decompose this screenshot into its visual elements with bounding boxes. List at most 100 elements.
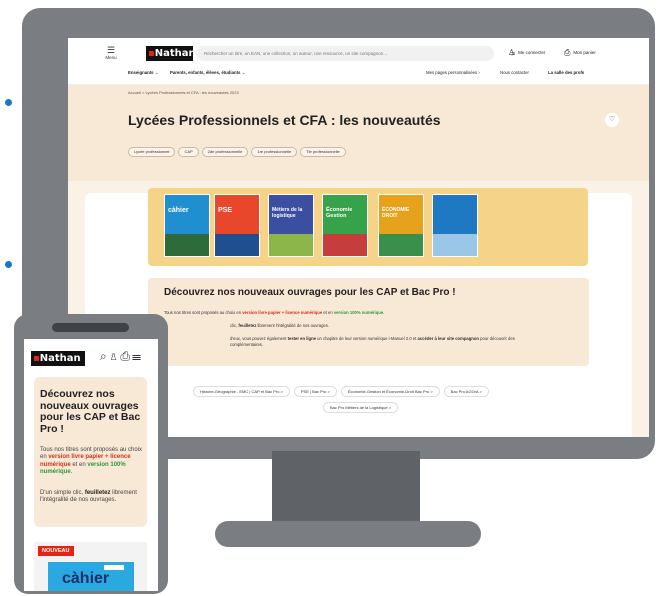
text: complémentaires. xyxy=(230,342,264,347)
logo-text: Nathan xyxy=(39,353,81,364)
monitor-stand xyxy=(215,521,481,547)
text: . xyxy=(70,468,73,475)
mobile-promo-card: Découvrez nos nouveaux ouvrages pour les… xyxy=(34,377,147,527)
phone-speaker xyxy=(52,323,129,332)
cover-art xyxy=(433,234,477,256)
promo-line: Tous nos titres sont proposés au choix e… xyxy=(164,310,384,316)
text-green: version 100% numérique xyxy=(333,310,384,315)
text: et en xyxy=(70,461,88,468)
promo-title: Découvrez nos nouveaux ouvrages pour les… xyxy=(164,287,456,298)
mobile-promo-title: Découvrez nos nouveaux ouvrages pour les… xyxy=(40,388,141,435)
book-cover: càhier xyxy=(48,562,134,591)
book-cover[interactable]: Métiers de la logistique xyxy=(268,194,314,257)
book-title: Métiers de la logistique xyxy=(272,207,303,219)
chip[interactable]: 2de professionnelle xyxy=(201,147,249,157)
monitor-neck xyxy=(272,451,420,521)
book-cover[interactable]: PSE xyxy=(214,194,260,257)
chip[interactable]: CAP xyxy=(178,147,199,157)
cover-art xyxy=(215,234,259,256)
chevron-right-icon: › xyxy=(478,70,480,75)
text: D'un simple clic, xyxy=(40,490,85,496)
hamburger-icon: ☰ xyxy=(106,45,116,55)
text: un chapitre de leur version numérique i-… xyxy=(316,336,418,341)
login-label: Me connecter xyxy=(518,50,546,56)
cover-art xyxy=(269,234,313,256)
cart-icon[interactable]: ⎙ xyxy=(120,349,132,363)
hero-banner: Accueil > Lycées Professionnels et CFA :… xyxy=(68,85,649,181)
site-header: ☰ Menu ▪Nathan Rechercher un titre, un E… xyxy=(68,38,649,85)
phone-frame: ▪Nathan ⌕♙⎙☰ Découvrez nos nouveaux ouvr… xyxy=(14,314,168,594)
contact-label: Nous contacter xyxy=(500,70,529,75)
book-covers-band: càhier PSE Métiers de la logistique Écon… xyxy=(148,188,588,266)
text: et en xyxy=(322,310,334,315)
category-link[interactable]: Bac Pro AGOrA > xyxy=(443,386,489,397)
logo-mark-icon: ▪ xyxy=(148,48,155,59)
my-pages-link[interactable]: Mes pages personnalisées › xyxy=(426,68,480,78)
page-title: Lycées Professionnels et CFA : les nouve… xyxy=(128,112,441,128)
promo-line: clic, feuilletez librement l'intégralité… xyxy=(230,323,329,329)
nav-parents[interactable]: Parents, enfants, élèves, étudiants ⌄ xyxy=(170,68,245,78)
book-cover[interactable]: càhier xyxy=(164,194,210,257)
search-placeholder: Rechercher un titre, un EAN, une collect… xyxy=(204,51,388,56)
text-bold: feuilletez xyxy=(238,323,257,328)
salle-profs-label: La salle des profs xyxy=(548,70,585,75)
chip[interactable]: Lycée professionnel xyxy=(128,147,176,157)
book-title: PSE xyxy=(218,207,233,214)
decorative-dot xyxy=(5,261,12,268)
text-bold: feuilletez xyxy=(84,490,111,496)
chip[interactable]: Tle professionnelle xyxy=(300,147,346,157)
menu-button[interactable]: ☰ Menu xyxy=(96,46,126,61)
mobile-screen: ▪Nathan ⌕♙⎙☰ Découvrez nos nouveaux ouvr… xyxy=(24,339,158,591)
promo-line: d'eux, vous pouvez également tester en l… xyxy=(230,336,515,342)
book-title: càhier xyxy=(168,207,189,214)
favorite-heart-icon[interactable]: ♡ xyxy=(605,113,619,127)
book-cover[interactable]: Économie Gestion xyxy=(322,194,368,257)
promo-line: complémentaires. xyxy=(230,342,263,348)
user-icon[interactable]: ♙ xyxy=(109,349,121,363)
text-bold: accéder à leur site compagnon xyxy=(417,336,479,341)
text-bold: tester en ligne xyxy=(287,336,316,341)
book-title: càhier xyxy=(62,570,110,587)
nav-enseignants[interactable]: Enseignants ⌄ xyxy=(128,68,158,78)
promo-block: Découvrez nos nouveaux ouvrages pour les… xyxy=(148,278,589,366)
nav-enseignants-label: Enseignants xyxy=(128,70,154,75)
book-cover[interactable] xyxy=(432,194,478,257)
contact-link[interactable]: Nous contacter xyxy=(500,68,529,78)
book-title: ÉCONOMIE DROIT xyxy=(382,207,410,219)
cart-label: Mon panier xyxy=(573,50,596,56)
login-link[interactable]: ♙ Me connecter xyxy=(508,47,545,59)
nathan-logo[interactable]: ▪Nathan xyxy=(31,351,85,366)
chevron-down-icon: ⌄ xyxy=(241,70,246,75)
text: . xyxy=(383,310,385,315)
category-link[interactable]: Histoire-Géographie - EMC | CAP et Bac P… xyxy=(193,386,290,397)
cover-art xyxy=(379,234,423,256)
breadcrumb[interactable]: Accueil > Lycées Professionnels et CFA :… xyxy=(128,90,239,95)
category-link[interactable]: Bac Pro Métiers de la Logistique > xyxy=(323,402,399,413)
chip[interactable]: 1re professionnelle xyxy=(251,147,298,157)
my-pages-label: Mes pages personnalisées xyxy=(426,70,478,75)
mobile-book-card[interactable]: NOUVEAU càhier xyxy=(34,542,147,591)
mobile-promo-text: Tous nos titres sont proposés au choix e… xyxy=(40,447,144,476)
logo-text: Nathan xyxy=(154,48,196,59)
user-icon: ♙ xyxy=(508,48,516,57)
text-red: version livre papier + licence numérique xyxy=(242,310,323,315)
cover-art xyxy=(323,234,367,256)
book-cover[interactable]: ÉCONOMIE DROIT xyxy=(378,194,424,257)
search-input[interactable]: Rechercher un titre, un EAN, une collect… xyxy=(196,46,516,61)
nathan-logo[interactable]: ▪Nathan xyxy=(146,46,196,61)
text: pour découvrir des xyxy=(478,336,515,341)
text: Tous nos titres sont proposés au choix e… xyxy=(164,310,243,315)
menu-label: Menu xyxy=(105,55,117,60)
mobile-promo-text: D'un simple clic, feuilletez librement l… xyxy=(40,490,144,505)
logo-mark-icon: ▪ xyxy=(33,353,40,364)
search-icon[interactable]: ⌕ xyxy=(100,349,109,363)
salle-profs-link[interactable]: La salle des profs xyxy=(548,68,584,78)
cart-link[interactable]: ⎙ Mon panier xyxy=(564,47,596,59)
nav-parents-label: Parents, enfants, élèves, étudiants xyxy=(170,70,241,75)
decorative-dot xyxy=(5,99,12,106)
hamburger-icon[interactable]: ☰ xyxy=(132,349,143,363)
new-badge: NOUVEAU xyxy=(38,546,74,556)
mobile-header-icons: ⌕♙⎙☰ xyxy=(100,349,143,364)
filter-chips: Lycée professionnel CAP 2de professionnell… xyxy=(128,140,349,158)
text: librement l'intégralité de nos ouvrages. xyxy=(256,323,330,328)
